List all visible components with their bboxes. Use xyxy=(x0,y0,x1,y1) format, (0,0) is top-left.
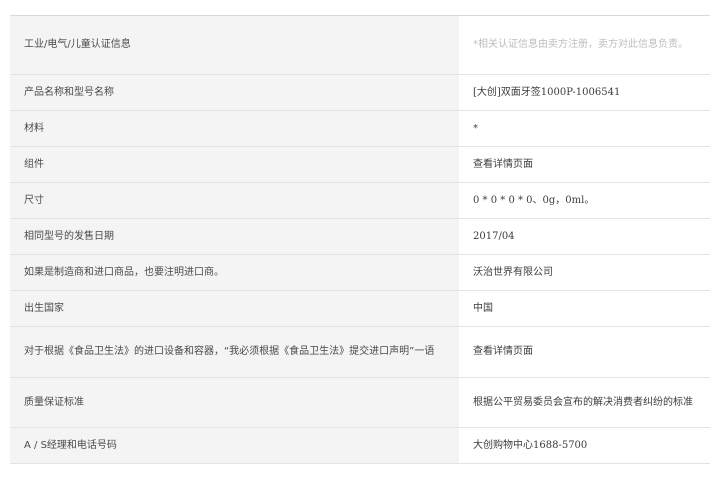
product-info-table: 工业/电气/儿童认证信息 *相关认证信息由卖方注册，卖方对此信息负责。 产品名称… xyxy=(10,15,710,464)
row-value: 查看详情页面 xyxy=(459,326,710,378)
table-row-components: 组件 查看详情页面 xyxy=(10,146,710,183)
row-label: 如果是制造商和进口商品，也要注明进口商。 xyxy=(10,254,459,291)
row-label: 质量保证标准 xyxy=(10,377,459,428)
table-row-release-date: 相同型号的发售日期 2017/04 xyxy=(10,218,710,255)
table-row-as-manager: A / S经理和电话号码 大创购物中心1688-5700 xyxy=(10,427,710,464)
row-value: 0 * 0 * 0 * 0、0g，0ml。 xyxy=(459,182,710,219)
product-info-page: 工业/电气/儿童认证信息 *相关认证信息由卖方注册，卖方对此信息负责。 产品名称… xyxy=(0,0,721,499)
row-label: 组件 xyxy=(10,146,459,183)
row-value: 沃治世界有限公司 xyxy=(459,254,710,291)
table-row-food-hygiene: 对于根据《食品卫生法》的进口设备和容器，“我必须根据《食品卫生法》提交进口声明”… xyxy=(10,326,710,378)
row-label: 对于根据《食品卫生法》的进口设备和容器，“我必须根据《食品卫生法》提交进口声明”… xyxy=(10,326,459,378)
row-value: 中国 xyxy=(459,290,710,327)
row-value: 大创购物中心1688-5700 xyxy=(459,427,710,464)
row-value: * xyxy=(459,110,710,147)
table-row-country: 出生国家 中国 xyxy=(10,290,710,327)
row-label: 工业/电气/儿童认证信息 xyxy=(10,15,459,75)
table-row-product-name: 产品名称和型号名称 [大创]双面牙签1000P-1006541 xyxy=(10,74,710,111)
row-label: 尺寸 xyxy=(10,182,459,219)
row-label: 出生国家 xyxy=(10,290,459,327)
row-value: *相关认证信息由卖方注册，卖方对此信息负责。 xyxy=(459,15,710,75)
row-value: [大创]双面牙签1000P-1006541 xyxy=(459,74,710,111)
table-row-importer: 如果是制造商和进口商品，也要注明进口商。 沃治世界有限公司 xyxy=(10,254,710,291)
table-row-certification: 工业/电气/儿童认证信息 *相关认证信息由卖方注册，卖方对此信息负责。 xyxy=(10,15,710,75)
row-value: 查看详情页面 xyxy=(459,146,710,183)
row-value: 根据公平贸易委员会宣布的解决消费者纠纷的标准 xyxy=(459,377,710,428)
table-row-material: 材料 * xyxy=(10,110,710,147)
table-row-quality-standard: 质量保证标准 根据公平贸易委员会宣布的解决消费者纠纷的标准 xyxy=(10,377,710,428)
row-label: A / S经理和电话号码 xyxy=(10,427,459,464)
row-label: 材料 xyxy=(10,110,459,147)
row-label: 产品名称和型号名称 xyxy=(10,74,459,111)
row-value: 2017/04 xyxy=(459,218,710,255)
row-label: 相同型号的发售日期 xyxy=(10,218,459,255)
table-row-size: 尺寸 0 * 0 * 0 * 0、0g，0ml。 xyxy=(10,182,710,219)
